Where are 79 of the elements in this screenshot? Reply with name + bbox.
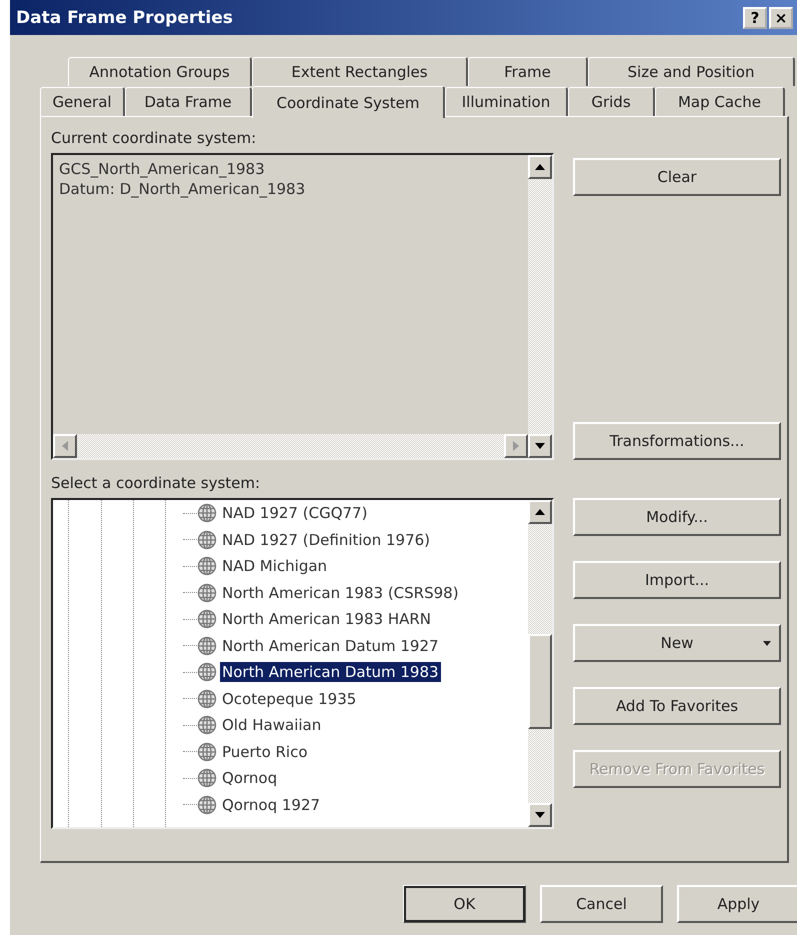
scroll-thumb[interactable] — [528, 634, 552, 729]
tree-item[interactable]: Qornoq — [183, 765, 528, 792]
tab[interactable]: Frame — [468, 57, 588, 86]
tree-item[interactable]: NAD 1927 (Definition 1976) — [183, 526, 528, 553]
tree-item[interactable]: Old Hawaiian — [183, 712, 528, 738]
right-arrow-icon — [513, 441, 519, 451]
tab[interactable]: Data Frame — [125, 87, 252, 116]
item-label: NAD 1927 (CGQ77) — [221, 503, 368, 524]
scroll-down-button[interactable] — [528, 434, 552, 458]
globe-icon — [197, 794, 217, 815]
up-arrow-icon — [535, 164, 545, 170]
scrollbar[interactable] — [528, 155, 552, 458]
scroll-down-button[interactable] — [528, 803, 552, 827]
item-label: NAD 1927 (Definition 1976) — [221, 530, 432, 550]
globe-icon — [197, 530, 217, 550]
globe-icon — [197, 609, 217, 630]
tab[interactable]: Coordinate System — [252, 86, 445, 118]
item-label: NAD Michigan — [221, 556, 328, 576]
up-arrow-icon — [535, 509, 545, 515]
scroll-up-button[interactable] — [528, 155, 552, 179]
new-dropdown-button[interactable]: New — [573, 624, 781, 662]
item-label: North American 1983 HARN — [221, 609, 432, 630]
tree-item[interactable]: Ocotepeque 1935 — [183, 686, 528, 712]
globe-icon — [197, 715, 217, 736]
item-label: North American 1983 (CSRS98) — [221, 582, 460, 603]
dialog-button[interactable]: Apply — [677, 885, 797, 923]
action-button[interactable]: Clear — [573, 158, 781, 196]
globe-icon — [197, 768, 217, 788]
down-arrow-icon — [535, 443, 545, 449]
tab[interactable]: Map Cache — [655, 87, 785, 116]
dialog-button[interactable]: OK — [403, 885, 526, 923]
scroll-left-button[interactable] — [53, 434, 77, 458]
globe-icon — [197, 662, 217, 682]
tab[interactable]: General — [40, 87, 125, 116]
globe-icon — [197, 742, 217, 762]
globe-icon — [197, 556, 217, 576]
down-arrow-icon — [535, 812, 545, 818]
item-label: Old Hawaiian — [221, 715, 322, 736]
tree-item[interactable]: North American 1983 HARN — [183, 606, 528, 632]
left-arrow-icon — [62, 441, 68, 451]
tree-item[interactable]: North American Datum 1927 — [183, 632, 528, 659]
action-button[interactable]: Import... — [573, 561, 781, 599]
text-line: GCS_North_American_1983 — [59, 159, 266, 179]
scrollbar[interactable] — [53, 434, 528, 458]
tree-item[interactable]: North American 1983 (CSRS98) — [183, 580, 528, 606]
tree-item[interactable]: Qornoq 1927 — [183, 792, 528, 818]
globe-icon — [197, 636, 217, 656]
tab[interactable]: Size and Position — [588, 57, 795, 86]
window-title: Data Frame Properties — [16, 8, 233, 28]
action-button[interactable]: Transformations... — [573, 422, 781, 460]
section-label: Select a coordinate system: — [51, 474, 262, 492]
text-line: Datum: D_North_American_1983 — [59, 179, 306, 199]
item-label: North American Datum 1927 — [221, 636, 440, 656]
scrollbar[interactable] — [528, 500, 552, 827]
help-button[interactable]: ? — [743, 6, 767, 28]
action-button[interactable]: Modify... — [573, 498, 781, 536]
tree-item[interactable]: North American Datum 1983 — [183, 659, 528, 686]
section-label: Current coordinate system: — [51, 129, 258, 147]
item-label: Puerto Rico — [221, 742, 309, 762]
close-button[interactable]: × — [769, 6, 793, 28]
item-label: Qornoq 1927 — [221, 794, 322, 815]
globe-icon — [197, 688, 217, 709]
globe-icon — [197, 503, 217, 524]
tab[interactable]: Extent Rectangles — [252, 57, 468, 86]
scroll-right-button[interactable] — [504, 434, 528, 458]
item-label: Ocotepeque 1935 — [221, 688, 358, 709]
action-button[interactable]: Add To Favorites — [573, 687, 781, 725]
tab[interactable]: Annotation Groups — [68, 57, 252, 86]
tab[interactable]: Grids — [568, 87, 655, 116]
globe-icon — [197, 582, 217, 603]
caret-icon — [763, 641, 771, 646]
scroll-up-button[interactable] — [528, 500, 552, 524]
tree-item[interactable]: Puerto Rico — [183, 738, 528, 765]
dialog-button[interactable]: Cancel — [540, 885, 663, 923]
item-label: North American Datum 1983 — [220, 662, 441, 682]
item-label: Qornoq — [221, 768, 278, 788]
tree-item[interactable]: NAD 1927 (CGQ77) — [183, 500, 528, 526]
tree-item[interactable]: NAD Michigan — [183, 553, 528, 580]
tab[interactable]: Illumination — [445, 87, 568, 116]
